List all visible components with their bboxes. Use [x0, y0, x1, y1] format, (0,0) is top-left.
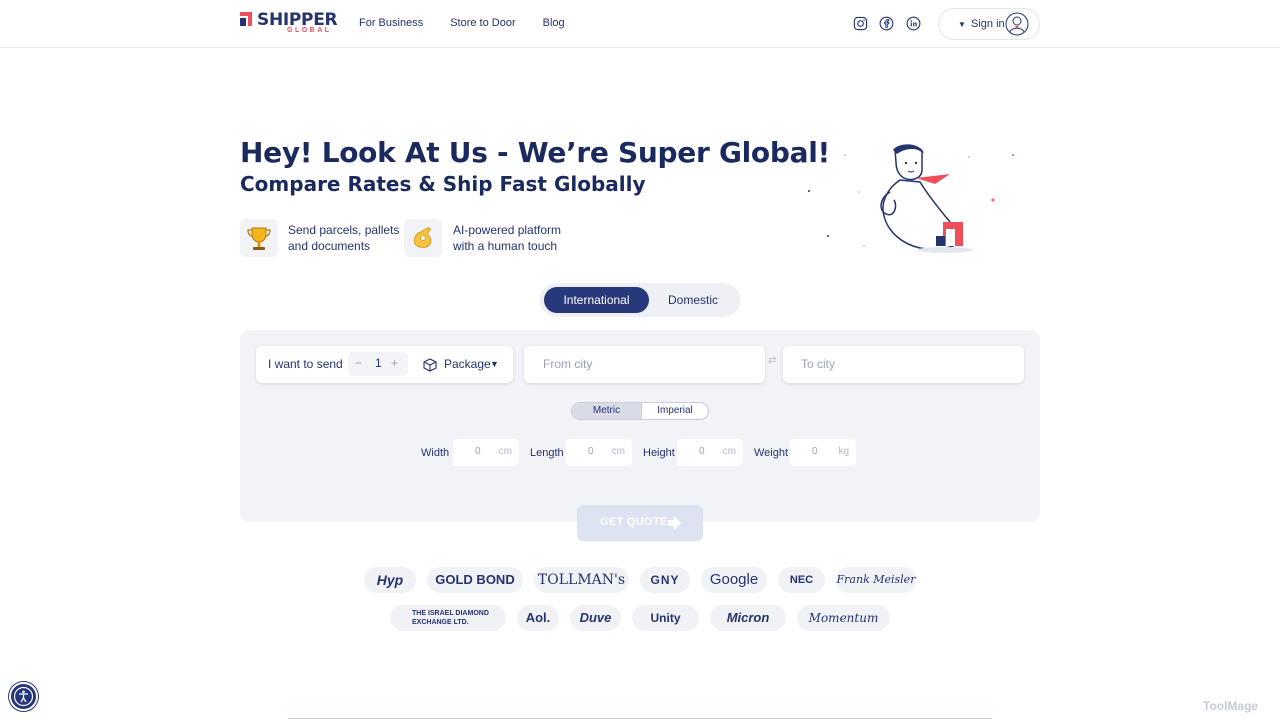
length-value: 0	[588, 446, 594, 457]
client-logo-micron: Micron	[710, 605, 786, 631]
nav-store-to-door[interactable]: Store to Door	[450, 17, 515, 29]
feature-parcels: Send parcels, pallets and documents	[288, 222, 399, 254]
unit-metric[interactable]: Metric	[572, 403, 641, 419]
shipper-global-logo[interactable]: SHIPPER GLOBAL	[240, 10, 340, 38]
height-label: Height	[643, 447, 675, 459]
client-logo-tollmans: TOLLMAN's	[534, 567, 629, 593]
client-logo-unity: Unity	[632, 605, 699, 631]
main-nav: For Business Store to Door Blog	[359, 17, 565, 29]
nav-for-business[interactable]: For Business	[359, 17, 423, 29]
width-value: 0	[475, 446, 481, 457]
weight-input[interactable]: 0 kg	[790, 439, 856, 466]
client-logo-frank-meisler: Frank Meisler	[836, 567, 916, 593]
quantity-stepper: − 1 +	[348, 352, 408, 376]
weight-label: Weight	[754, 447, 789, 459]
client-logo-gold-bond: GOLD BOND	[427, 567, 523, 593]
feature-ai-line2: with a human touch	[453, 239, 558, 253]
client-logo-nec: NEC	[778, 567, 825, 593]
width-input[interactable]: 0 cm	[453, 439, 519, 466]
trophy-icon	[240, 219, 278, 257]
feature-ai-line1: AI-powered platform	[453, 223, 562, 237]
client-logo-hyp: Hyp	[364, 567, 416, 593]
package-type-select[interactable]: Package	[444, 357, 491, 371]
logo-sub: GLOBAL	[287, 27, 332, 34]
client-logo-duve: Duve	[570, 605, 621, 631]
client-logo-google: Google	[701, 567, 767, 593]
get-quote-button[interactable]: GET QUOTE	[577, 505, 703, 541]
weight-unit: kg	[838, 446, 849, 457]
send-label: I want to send	[268, 357, 343, 371]
ok-hand-icon	[404, 219, 442, 257]
tab-domestic[interactable]: Domestic	[651, 287, 735, 313]
unit-toggle: Metric Imperial	[571, 402, 709, 420]
linkedin-icon[interactable]	[906, 16, 921, 31]
sign-in-label: Sign in	[971, 18, 1005, 30]
client-logo-momentum: Momentum	[797, 605, 890, 631]
feature-ai: AI-powered platform with a human touch	[453, 222, 561, 254]
minus-button[interactable]: −	[355, 356, 362, 370]
to-city-input[interactable]	[801, 357, 1011, 371]
width-label: Width	[421, 447, 450, 459]
length-input[interactable]: 0 cm	[566, 439, 632, 466]
height-value: 0	[699, 446, 705, 457]
shipping-mode-toggle: International Domestic	[540, 283, 740, 317]
logo-mark-icon	[240, 12, 252, 26]
from-city-input[interactable]	[543, 357, 753, 371]
client-logo-gny: GNY	[640, 567, 690, 593]
feature-parcels-line2: and documents	[288, 239, 371, 253]
tab-international[interactable]: International	[544, 287, 649, 313]
accessibility-icon	[13, 686, 34, 707]
package-icon	[423, 358, 437, 372]
hero-title: Hey! Look At Us - We’re Super Global!	[240, 136, 830, 169]
caret-down-icon: ▼	[958, 20, 966, 29]
swap-icon[interactable]: ⇄	[768, 355, 776, 366]
site-header: SHIPPER GLOBAL For Business Store to Doo…	[0, 0, 1280, 48]
footer-divider	[288, 718, 992, 719]
avatar-icon	[1005, 12, 1029, 36]
instagram-icon[interactable]	[853, 16, 868, 31]
nav-blog[interactable]: Blog	[543, 17, 565, 29]
accessibility-button[interactable]	[9, 682, 38, 711]
mascot-illustration	[808, 144, 1014, 253]
plus-button[interactable]: +	[391, 356, 398, 370]
facebook-icon[interactable]	[879, 16, 894, 31]
feature-parcels-line1: Send parcels, pallets	[288, 223, 400, 237]
quantity-value[interactable]: 1	[375, 356, 382, 370]
hero-subtitle: Compare Rates & Ship Fast Globally	[240, 172, 646, 196]
send-selector: I want to send − 1 + Package ▼	[256, 346, 513, 383]
client-logo-israel-diamond-exchange: THE ISRAEL DIAMOND EXCHANGE LTD.	[390, 605, 506, 631]
quote-form-card: I want to send − 1 + Package ▼ ⇄ Metric …	[240, 330, 1040, 522]
length-label: Length	[530, 447, 564, 459]
unit-imperial[interactable]: Imperial	[641, 403, 708, 419]
weight-value: 0	[812, 446, 818, 457]
get-quote-label: GET QUOTE	[600, 516, 668, 528]
from-city-field	[524, 346, 765, 383]
length-unit: cm	[611, 446, 625, 457]
width-unit: cm	[498, 446, 512, 457]
to-city-field	[783, 346, 1024, 383]
sign-in-button[interactable]: ▼ Sign in	[938, 8, 1040, 40]
height-input[interactable]: 0 cm	[677, 439, 743, 466]
height-unit: cm	[722, 446, 736, 457]
arrow-right-icon	[668, 516, 681, 530]
watermark: ToolMage	[1203, 699, 1259, 713]
client-logo-aol: Aol.	[517, 605, 559, 631]
caret-down-icon[interactable]: ▼	[490, 359, 499, 369]
